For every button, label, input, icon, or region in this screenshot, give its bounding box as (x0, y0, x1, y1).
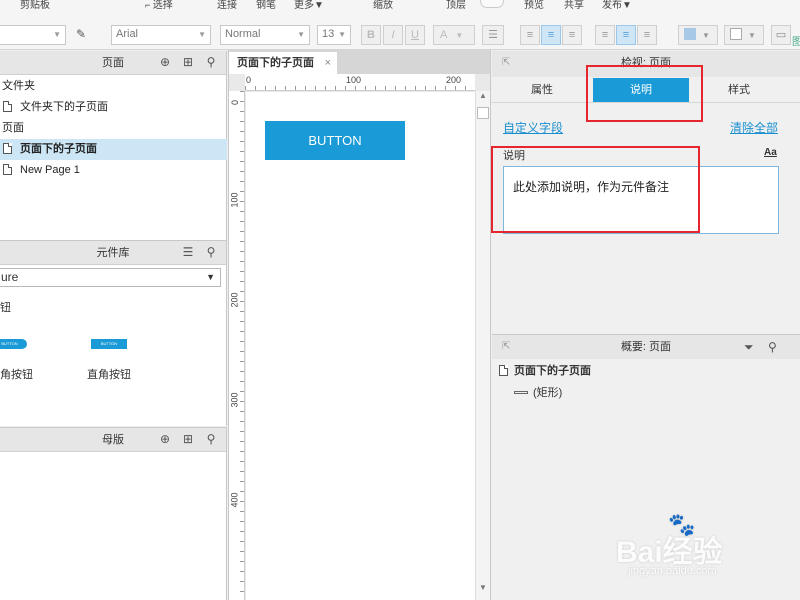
inspector-title: 检视: 页面 (620, 57, 672, 69)
clear-all-link[interactable]: 清除全部 (730, 119, 778, 136)
shadow-button[interactable]: ▼ (724, 25, 764, 45)
search-icon[interactable]: ⚲ (768, 335, 777, 359)
search-icon[interactable]: ⚲ (204, 55, 218, 69)
add-master-icon[interactable]: ⊕ (158, 432, 172, 446)
library-select[interactable]: ure ▼ (0, 268, 221, 287)
outline-rectangle-row[interactable]: (矩形) (514, 384, 562, 400)
collapse-icon[interactable]: ⇱ (502, 51, 510, 75)
font-color-button[interactable]: A ▼ (433, 25, 475, 45)
notes-textarea[interactable]: 此处添加说明，作为元件备注 (503, 166, 779, 234)
collapse-icon[interactable]: ⇱ (502, 335, 510, 359)
clipboard-label: 剪贴板 (20, 0, 50, 11)
custom-fields-link[interactable]: 自定义字段 (503, 119, 563, 136)
align-bottom-button[interactable]: ≡ (637, 25, 657, 45)
library-panel: 元件库 ☰ ⚲ ure ▼ 钮 BUTTON 角按钮 BUTTON 直角按钮 (0, 240, 227, 426)
font-format-icon[interactable]: Aa (764, 147, 777, 158)
vertical-ruler: 0 100 200 300 400 (229, 91, 245, 600)
font-style-select[interactable]: Normal ▼ (220, 25, 310, 45)
align-left-button[interactable]: ≡ (520, 25, 540, 45)
masters-panel: 母版 ⊕ ⊞ ⚲ (0, 427, 227, 600)
menu-icon[interactable]: ☰ (181, 245, 195, 259)
toolbar-overflow-icon[interactable]: 图 (792, 33, 800, 48)
add-page-icon[interactable]: ⊕ (158, 55, 172, 69)
horizontal-ruler: 0 100 200 (245, 74, 475, 91)
outline-title: 概要: 页面 (620, 341, 672, 353)
rounded-button-thumb[interactable]: BUTTON (0, 339, 27, 349)
page-icon (3, 143, 12, 154)
add-folder-icon[interactable]: ⊞ (181, 432, 195, 446)
library-panel-header: 元件库 ☰ ⚲ (0, 241, 226, 265)
select-tool-button[interactable]: ⌐ 选择 (145, 0, 173, 11)
outline-page-row[interactable]: 页面下的子页面 (499, 362, 591, 378)
align-top-button[interactable]: ≡ (595, 25, 615, 45)
layer-toggle[interactable] (480, 0, 504, 8)
page-icon (3, 101, 12, 112)
font-family-select[interactable]: Arial ▼ (111, 25, 211, 45)
scroll-down-icon[interactable]: ▼ (479, 583, 487, 592)
canvas-scrollbar[interactable]: ▲ ▼ (475, 91, 490, 600)
bullet-list-button[interactable]: ☰ (482, 25, 504, 45)
align-center-button[interactable]: ≡ (541, 25, 561, 45)
canvas-tab[interactable]: 页面下的子页面 × (229, 52, 337, 74)
pages-panel: 页面 ⊕ ⊞ ⚲ 文件夹 文件夹下的子页面 页面 页面下的子页面 New Pag… (0, 51, 227, 240)
rectangle-icon (514, 391, 528, 394)
align-middle-button[interactable]: ≡ (616, 25, 636, 45)
add-folder-icon[interactable]: ⊞ (181, 55, 195, 69)
masters-panel-header: 母版 ⊕ ⊞ ⚲ (0, 428, 226, 452)
tab-divider (492, 102, 800, 103)
rounded-button-label: 角按钮 (0, 369, 33, 381)
library-panel-title: 元件库 (96, 247, 130, 259)
format-painter-icon[interactable]: ✎ (76, 27, 92, 43)
square-button-thumb[interactable]: BUTTON (91, 339, 127, 349)
zoom-button[interactable]: 缩放 (373, 0, 393, 11)
close-icon[interactable]: × (325, 52, 331, 74)
top-layer-button[interactable]: 顶层 (446, 0, 466, 11)
pen-tool-button[interactable]: 钢笔 (256, 0, 276, 11)
canvas-button-widget[interactable]: BUTTON (265, 121, 405, 160)
font-size-select[interactable]: 13 ▼ (317, 25, 351, 45)
outline-header: ⇱ 概要: 页面 ⏷ ⚲ (492, 335, 800, 359)
filter-icon[interactable]: ⏷ (744, 335, 754, 359)
scroll-up-icon[interactable]: ▲ (479, 91, 487, 100)
main-toolbar: 剪贴板 ⌐ 选择 连接 钢笔 更多▼ 缩放 顶层 预览 共享 发布▼ ▼ ✎ A… (0, 0, 800, 50)
connect-tool-button[interactable]: 连接 (217, 0, 237, 11)
tree-folder[interactable]: 文件夹 (0, 76, 227, 97)
more-tools-button[interactable]: 更多▼ (294, 0, 324, 11)
tab-properties[interactable]: 属性 (493, 78, 591, 102)
pages-panel-header: 页面 ⊕ ⊞ ⚲ (0, 51, 226, 75)
tree-page-selected[interactable]: 页面下的子页面 (0, 139, 227, 160)
drawing-surface[interactable] (246, 92, 475, 600)
preview-button[interactable]: 预览 (524, 0, 544, 11)
tree-page-new[interactable]: New Page 1 (0, 160, 227, 181)
canvas-area: 页面下的子页面 × 0 100 200 0 100 200 300 400 BU… (228, 50, 491, 600)
search-icon[interactable]: ⚲ (204, 245, 218, 259)
widget-group-label: 钮 (0, 302, 11, 314)
inspector-header: ⇱ 检视: 页面 (492, 51, 800, 77)
baidu-watermark-url: jingyan.baidu.com (628, 565, 717, 577)
line-color-button[interactable]: ▭ (771, 25, 791, 45)
paw-icon: 🐾 (668, 512, 696, 537)
style-select[interactable]: ▼ (0, 25, 66, 45)
notes-label: 说明 (503, 150, 525, 162)
page-icon (499, 365, 508, 376)
share-button[interactable]: 共享 (564, 0, 584, 11)
italic-button[interactable]: I (383, 25, 403, 45)
align-right-button[interactable]: ≡ (562, 25, 582, 45)
page-icon (3, 164, 12, 175)
publish-button[interactable]: 发布▼ (602, 0, 632, 11)
tab-notes[interactable]: 说明 (593, 78, 689, 102)
underline-button[interactable]: U (405, 25, 425, 45)
tab-style[interactable]: 样式 (690, 78, 788, 102)
fill-color-button[interactable]: ▼ (678, 25, 718, 45)
pages-panel-title: 页面 (102, 57, 124, 69)
bold-button[interactable]: B (361, 25, 381, 45)
search-icon[interactable]: ⚲ (204, 432, 218, 446)
masters-panel-title: 母版 (102, 434, 124, 446)
square-button-label: 直角按钮 (87, 369, 131, 381)
tree-page[interactable]: 页面 (0, 118, 227, 139)
scroll-thumb[interactable] (477, 107, 489, 119)
tree-page-folder-child[interactable]: 文件夹下的子页面 (0, 97, 227, 118)
